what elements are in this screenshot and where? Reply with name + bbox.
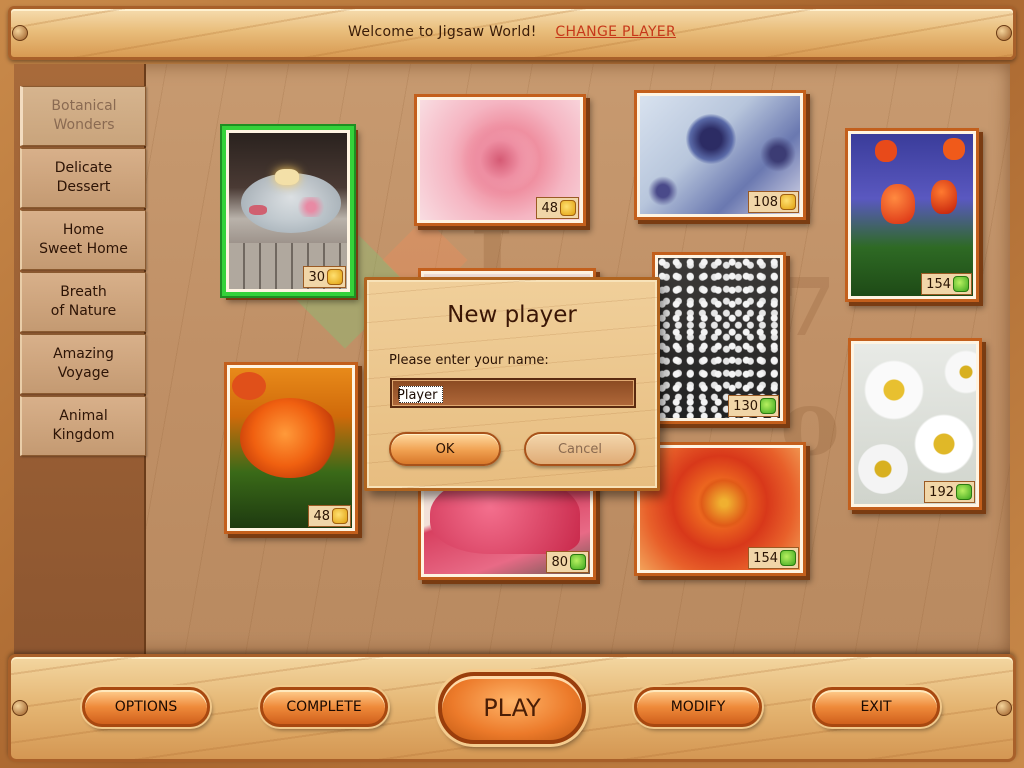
puzzle-tile[interactable]: 154 xyxy=(845,128,979,302)
puzzle-piece-icon xyxy=(570,554,586,570)
options-button[interactable]: OPTIONS xyxy=(82,687,210,727)
bolt-icon xyxy=(12,25,28,41)
decor-letter: 7 xyxy=(780,260,836,354)
name-prompt-label: Please enter your name: xyxy=(389,353,549,368)
puzzle-tile[interactable]: 192 xyxy=(848,338,982,510)
puzzle-tile[interactable]: 48 xyxy=(414,94,586,226)
puzzle-tile[interactable]: 48 xyxy=(224,362,358,534)
category-amazing-voyage[interactable]: Amazing Voyage xyxy=(20,334,146,394)
player-name-field[interactable] xyxy=(390,378,636,408)
puzzle-tile[interactable]: 30 xyxy=(222,126,354,296)
puzzle-tile[interactable]: 130 xyxy=(652,252,786,424)
ok-button[interactable]: OK xyxy=(389,432,501,466)
puzzle-image xyxy=(230,368,352,528)
category-delicate-dessert[interactable]: Delicate Dessert xyxy=(20,148,146,208)
complete-button[interactable]: COMPLETE xyxy=(260,687,388,727)
puzzle-piece-icon xyxy=(953,276,969,292)
modify-button[interactable]: MODIFY xyxy=(634,687,762,727)
exit-button[interactable]: EXIT xyxy=(812,687,940,727)
puzzle-piece-icon xyxy=(956,484,972,500)
player-name-input[interactable] xyxy=(397,386,629,405)
new-player-dialog: New player Please enter your name: OK Ca… xyxy=(364,277,660,491)
dialog-title: New player xyxy=(447,302,577,328)
category-animal-kingdom[interactable]: Animal Kingdom xyxy=(20,396,146,456)
piece-count-badge: 154 xyxy=(748,547,799,569)
puzzle-piece-icon xyxy=(760,398,776,414)
category-breath-of-nature[interactable]: Breath of Nature xyxy=(20,272,146,332)
piece-count-badge: 30 xyxy=(303,266,346,288)
piece-count-badge: 108 xyxy=(748,191,799,213)
header-text: Welcome to Jigsaw World! CHANGE PLAYER xyxy=(11,24,1013,40)
puzzle-piece-icon xyxy=(560,200,576,216)
piece-count-badge: 80 xyxy=(546,551,589,573)
welcome-text: Welcome to Jigsaw World! xyxy=(348,24,537,40)
piece-count-badge: 130 xyxy=(728,395,779,417)
top-bar: Welcome to Jigsaw World! CHANGE PLAYER xyxy=(8,6,1016,60)
category-botanical-wonders[interactable]: Botanical Wonders xyxy=(20,86,146,146)
puzzle-image xyxy=(854,344,976,504)
play-button[interactable]: PLAY xyxy=(438,672,586,744)
puzzle-piece-icon xyxy=(327,269,343,285)
bolt-icon xyxy=(996,700,1012,716)
puzzle-image xyxy=(851,134,973,296)
bolt-icon xyxy=(996,25,1012,41)
piece-count-badge: 192 xyxy=(924,481,975,503)
cancel-button[interactable]: Cancel xyxy=(524,432,636,466)
piece-count-badge: 48 xyxy=(308,505,351,527)
piece-count-badge: 154 xyxy=(921,273,972,295)
piece-count-badge: 48 xyxy=(536,197,579,219)
puzzle-piece-icon xyxy=(332,508,348,524)
puzzle-piece-icon xyxy=(780,550,796,566)
puzzle-tile[interactable]: 108 xyxy=(634,90,806,220)
category-home-sweet-home[interactable]: Home Sweet Home xyxy=(20,210,146,270)
puzzle-image xyxy=(658,258,780,418)
change-player-link[interactable]: CHANGE PLAYER xyxy=(555,24,676,40)
bolt-icon xyxy=(12,700,28,716)
puzzle-piece-icon xyxy=(780,194,796,210)
